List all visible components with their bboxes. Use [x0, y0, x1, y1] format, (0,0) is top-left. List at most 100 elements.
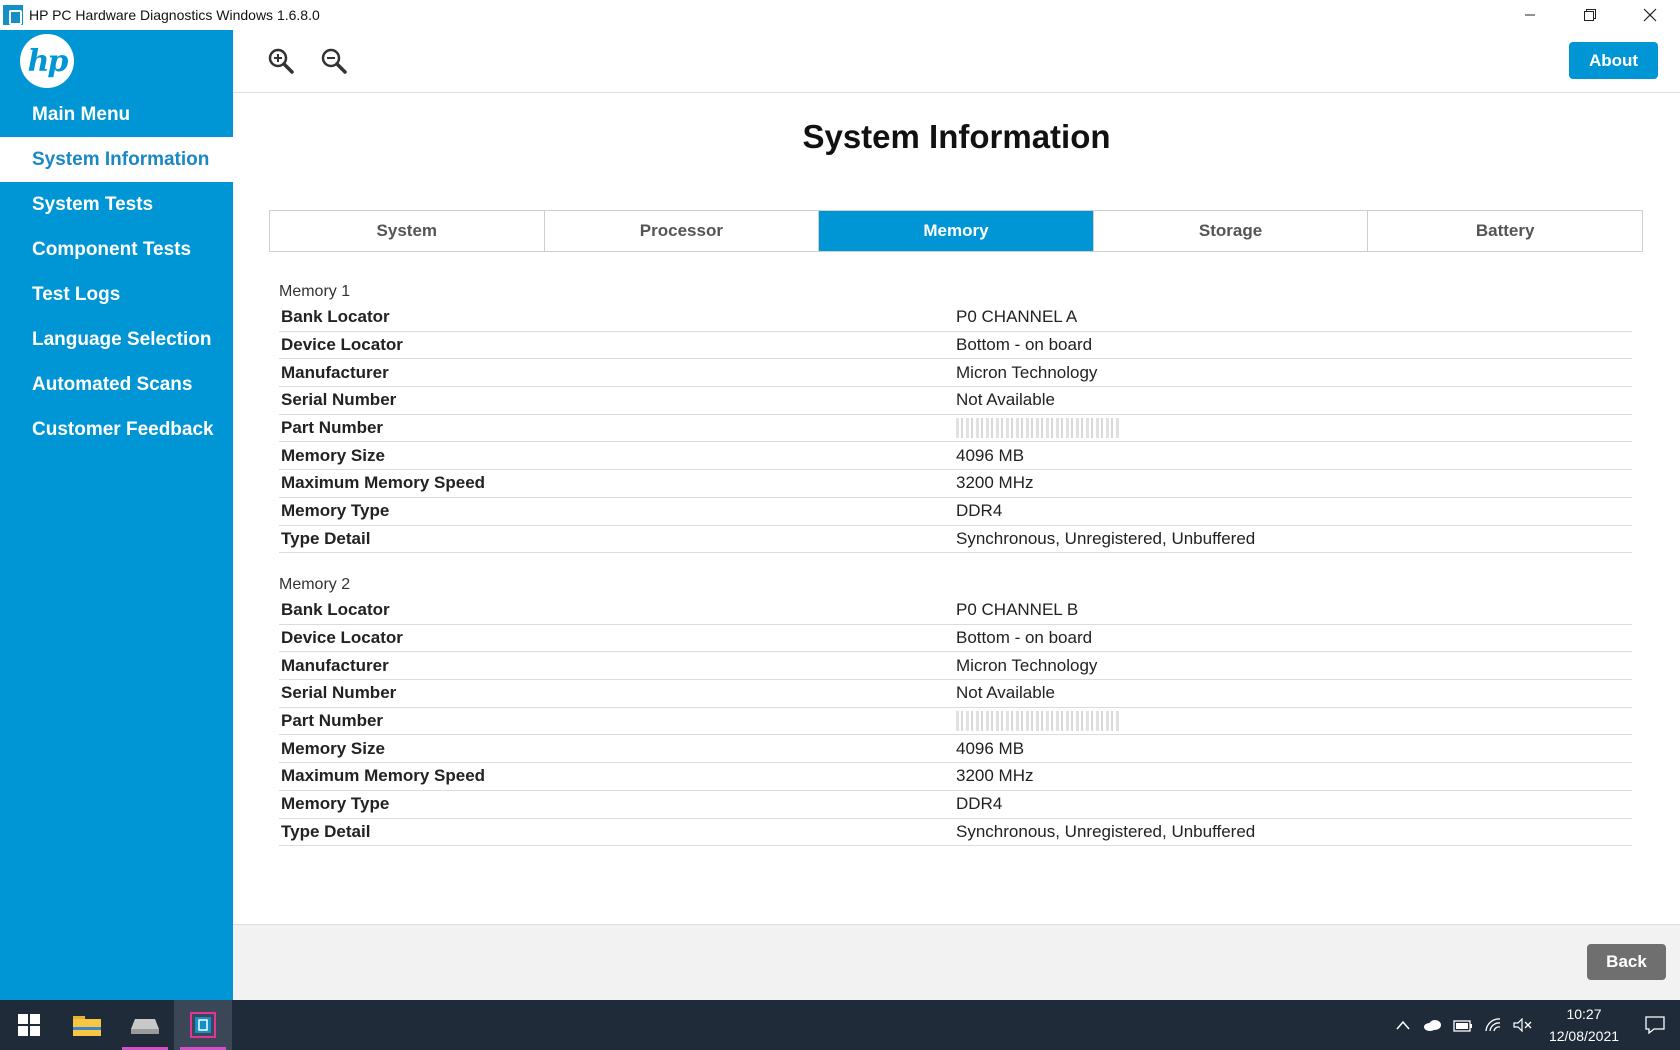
file-explorer-taskbar-button[interactable] [58, 1000, 116, 1050]
section-title: Memory 1 [279, 283, 351, 300]
sidebar-item-component-tests[interactable]: Component Tests [0, 227, 233, 272]
table-row: Bank Locator P0 CHANNEL A [279, 304, 1632, 332]
title-bar: HP PC Hardware Diagnostics Windows 1.6.8… [0, 0, 1680, 30]
show-hidden-icons-button[interactable] [1388, 1000, 1418, 1050]
row-value: Micron Technology [956, 655, 1098, 675]
onedrive-tray-button[interactable] [1418, 1000, 1448, 1050]
row-label: Memory Type [281, 794, 390, 814]
table-row: Device Locator Bottom - on board [279, 625, 1632, 653]
memory-2-section: Memory 2 Bank Locator P0 CHANNEL B Device… [279, 573, 1632, 847]
table-row: Memory Type DDR4 [279, 791, 1632, 819]
sidebar-item-test-logs[interactable]: Test Logs [0, 272, 233, 317]
row-value: Bottom - on board [956, 335, 1093, 355]
hp-logo: hp [20, 34, 74, 88]
minimize-icon [1525, 14, 1535, 16]
tab-system[interactable]: System [270, 211, 545, 251]
close-button[interactable] [1620, 0, 1680, 30]
notification-icon [1645, 1016, 1665, 1034]
zoom-in-button[interactable] [266, 46, 296, 76]
tab-battery[interactable]: Battery [1368, 211, 1642, 251]
tab-storage[interactable]: Storage [1093, 211, 1369, 251]
drive-taskbar-button[interactable] [116, 1000, 174, 1050]
redacted-part-number [956, 711, 1121, 732]
row-value: Not Available [956, 390, 1055, 410]
chevron-up-icon [1396, 1020, 1410, 1030]
restore-button[interactable] [1560, 0, 1620, 30]
system-tray: 10:27 12/08/2021 [1388, 1000, 1680, 1050]
table-row: Device Locator Bottom - on board [279, 332, 1632, 360]
window-title: HP PC Hardware Diagnostics Windows 1.6.8… [29, 7, 320, 23]
row-value: DDR4 [956, 501, 1003, 521]
row-value: Bottom - on board [956, 628, 1093, 648]
start-button[interactable] [0, 1000, 58, 1050]
table-row: Manufacturer Micron Technology [279, 652, 1632, 681]
logo-area: hp [0, 30, 233, 92]
about-button[interactable]: About [1569, 42, 1658, 79]
table-row: Manufacturer Micron Technology [279, 359, 1632, 388]
speaker-muted-icon [1513, 1018, 1532, 1032]
table-row: Maximum Memory Speed 3200 MHz [279, 470, 1632, 498]
row-label: Bank Locator [281, 600, 390, 620]
hp-diagnostics-app-icon [3, 5, 23, 25]
sidebar-item-main-menu[interactable]: Main Menu [0, 92, 233, 137]
sidebar-item-system-tests[interactable]: System Tests [0, 182, 233, 227]
row-value-redacted [956, 418, 1121, 439]
row-value: 3200 MHz [956, 473, 1034, 493]
row-label: Type Detail [281, 821, 371, 841]
window-controls [1500, 0, 1680, 30]
sidebar-item-automated-scans[interactable]: Automated Scans [0, 362, 233, 407]
row-label: Serial Number [281, 390, 397, 410]
close-icon [1643, 8, 1657, 22]
row-label: Bank Locator [281, 307, 390, 327]
section-title: Memory 2 [279, 576, 351, 593]
action-center-button[interactable] [1630, 1000, 1680, 1050]
tab-memory[interactable]: Memory [819, 211, 1094, 251]
row-label: Serial Number [281, 683, 397, 703]
row-value: P0 CHANNEL B [956, 600, 1079, 620]
row-value: Micron Technology [956, 362, 1098, 382]
table-row: Maximum Memory Speed 3200 MHz [279, 763, 1632, 791]
table-row: Serial Number Not Available [279, 680, 1632, 708]
minimize-button[interactable] [1500, 0, 1560, 30]
sidebar-item-language-selection[interactable]: Language Selection [0, 317, 233, 362]
volume-tray-button[interactable] [1508, 1000, 1538, 1050]
restore-icon [1584, 9, 1596, 21]
sidebar-item-system-information[interactable]: System Information [0, 137, 233, 182]
footer-bar: Back [233, 924, 1680, 1000]
row-label: Memory Size [281, 445, 385, 465]
row-value: 4096 MB [956, 738, 1025, 758]
zoom-out-icon [321, 48, 347, 74]
sidebar-item-customer-feedback[interactable]: Customer Feedback [0, 407, 233, 452]
row-value: Synchronous, Unregistered, Unbuffered [956, 821, 1256, 841]
row-label: Maximum Memory Speed [281, 473, 486, 493]
battery-icon [1453, 1020, 1472, 1032]
hp-diagnostics-icon [190, 1012, 216, 1038]
back-button[interactable]: Back [1587, 944, 1666, 980]
row-value-redacted [956, 711, 1121, 732]
battery-tray-button[interactable] [1448, 1000, 1478, 1050]
info-tabs: System Processor Memory Storage Battery [269, 210, 1643, 252]
row-value: P0 CHANNEL A [956, 307, 1078, 327]
page-title: System Information [802, 118, 1111, 155]
table-row: Memory Type DDR4 [279, 498, 1632, 526]
sidebar: hp Main Menu System Information System T… [0, 30, 233, 1000]
clock-time: 10:27 [1566, 1006, 1602, 1022]
hp-diagnostics-taskbar-button[interactable] [174, 1000, 232, 1050]
row-label: Memory Size [281, 738, 385, 758]
table-row: Part Number [279, 708, 1632, 736]
windows-start-icon [18, 1014, 40, 1036]
row-value: DDR4 [956, 794, 1003, 814]
row-label: Memory Type [281, 501, 390, 521]
zoom-out-button[interactable] [319, 46, 349, 76]
row-value: Not Available [956, 683, 1055, 703]
row-label: Part Number [281, 711, 384, 731]
windows-taskbar: 10:27 12/08/2021 [0, 1000, 1680, 1050]
taskbar-clock[interactable]: 10:27 12/08/2021 [1538, 1003, 1630, 1047]
network-tray-button[interactable] [1478, 1000, 1508, 1050]
row-label: Maximum Memory Speed [281, 766, 486, 786]
cloud-icon [1424, 1020, 1441, 1031]
row-label: Device Locator [281, 335, 403, 355]
tab-processor[interactable]: Processor [544, 211, 820, 251]
row-label: Manufacturer [281, 362, 389, 382]
wifi-icon [1485, 1018, 1501, 1032]
